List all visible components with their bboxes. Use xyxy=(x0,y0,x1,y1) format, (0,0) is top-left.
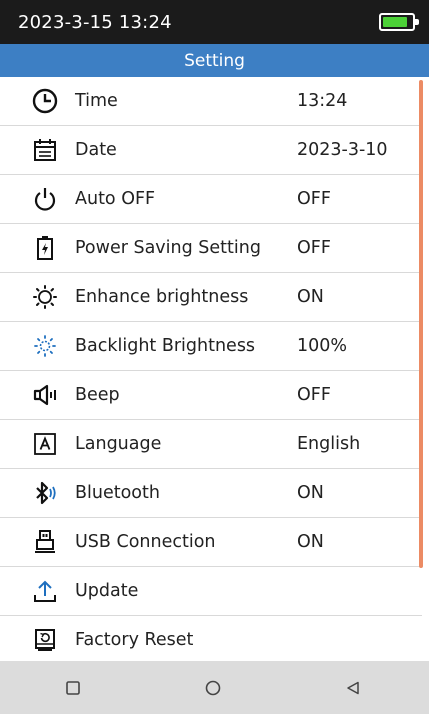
usb-icon xyxy=(28,527,62,557)
setting-row-usb-connection[interactable]: USB Connection ON xyxy=(0,518,422,567)
battery-icon xyxy=(379,13,419,31)
setting-value: ON xyxy=(297,483,324,503)
system-navigation-bar xyxy=(0,661,429,714)
page-title-bar: Setting xyxy=(0,44,429,77)
language-icon xyxy=(28,429,62,459)
setting-label: Factory Reset xyxy=(75,630,194,650)
setting-label: Beep xyxy=(75,385,120,405)
setting-value: ON xyxy=(297,287,324,307)
setting-label: Enhance brightness xyxy=(75,287,249,307)
calendar-icon xyxy=(28,135,62,165)
setting-row-power-saving[interactable]: Power Saving Setting OFF xyxy=(0,224,422,273)
status-datetime: 2023-3-15 13:24 xyxy=(18,11,172,33)
list-scrollbar[interactable] xyxy=(419,80,423,568)
setting-label: Update xyxy=(75,581,139,601)
setting-label: Time xyxy=(75,91,118,111)
setting-value: OFF xyxy=(297,189,331,209)
page-title: Setting xyxy=(184,50,245,71)
setting-value: OFF xyxy=(297,238,331,258)
setting-label: Language xyxy=(75,434,162,454)
setting-value: 2023-3-10 xyxy=(297,140,388,160)
setting-value: 100% xyxy=(297,336,348,356)
setting-value: English xyxy=(297,434,361,454)
setting-row-date[interactable]: Date 2023-3-10 xyxy=(0,126,422,175)
settings-list[interactable]: Time 13:24 Date 2023-3-10 Auto OFF OFF P… xyxy=(0,77,429,661)
circle-icon[interactable] xyxy=(200,675,226,701)
setting-row-beep[interactable]: Beep OFF xyxy=(0,371,422,420)
setting-row-auto-off[interactable]: Auto OFF OFF xyxy=(0,175,422,224)
setting-value: ON xyxy=(297,532,324,552)
setting-label: Date xyxy=(75,140,117,160)
setting-label: Power Saving Setting xyxy=(75,238,261,258)
back-triangle-icon[interactable] xyxy=(340,675,366,701)
bluetooth-icon xyxy=(28,478,62,508)
setting-label: Auto OFF xyxy=(75,189,156,209)
clock-icon xyxy=(28,86,62,116)
backlight-icon xyxy=(28,331,62,361)
battery-saver-icon xyxy=(28,233,62,263)
setting-row-backlight-brightness[interactable]: Backlight Brightness 100% xyxy=(0,322,422,371)
setting-row-enhance-brightness[interactable]: Enhance brightness ON xyxy=(0,273,422,322)
setting-row-update[interactable]: Update xyxy=(0,567,422,616)
setting-value: OFF xyxy=(297,385,331,405)
speaker-icon xyxy=(28,380,62,410)
battery-level-fill xyxy=(383,17,407,27)
setting-label: Backlight Brightness xyxy=(75,336,256,356)
square-icon[interactable] xyxy=(60,675,86,701)
setting-row-factory-reset[interactable]: Factory Reset xyxy=(0,616,422,661)
power-icon xyxy=(28,184,62,214)
setting-label: USB Connection xyxy=(75,532,216,552)
factory-reset-icon xyxy=(28,625,62,655)
upload-icon xyxy=(28,576,62,606)
status-bar: 2023-3-15 13:24 xyxy=(0,0,429,44)
setting-row-language[interactable]: Language English xyxy=(0,420,422,469)
setting-label: Bluetooth xyxy=(75,483,160,503)
setting-value: 13:24 xyxy=(297,91,348,111)
brightness-enhance-icon xyxy=(28,282,62,312)
setting-row-bluetooth[interactable]: Bluetooth ON xyxy=(0,469,422,518)
setting-row-time[interactable]: Time 13:24 xyxy=(0,77,422,126)
